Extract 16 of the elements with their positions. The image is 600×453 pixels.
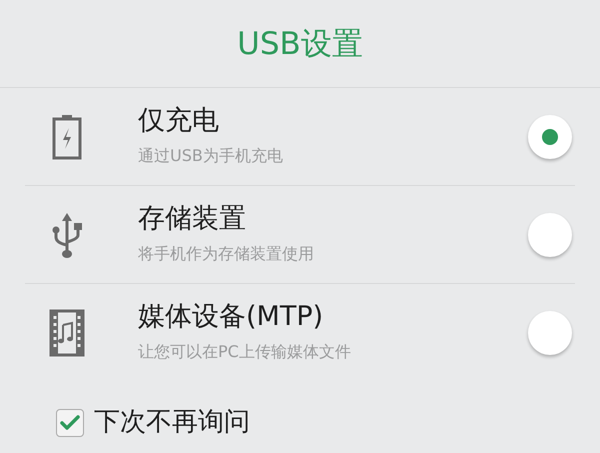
option-description: 通过USB为手机充电 xyxy=(138,144,284,167)
option-description: 让您可以在PC上传输媒体文件 xyxy=(138,340,352,363)
radio-button[interactable] xyxy=(528,310,572,354)
check-icon xyxy=(60,414,80,430)
option-description: 将手机作为存储装置使用 xyxy=(138,242,315,265)
checkbox-label: 下次不再询问 xyxy=(94,406,250,439)
option-label: 媒体设备(MTP) xyxy=(138,301,324,334)
option-label: 仅充电 xyxy=(138,105,220,138)
dialog-title: USB设置 xyxy=(0,0,600,88)
option-label: 存储装置 xyxy=(138,203,247,236)
usb-icon xyxy=(52,212,82,258)
radio-button[interactable] xyxy=(528,114,572,158)
checkbox[interactable] xyxy=(56,408,84,436)
battery-icon xyxy=(52,114,82,159)
radio-button[interactable] xyxy=(528,212,572,256)
music-film-icon xyxy=(50,309,84,356)
